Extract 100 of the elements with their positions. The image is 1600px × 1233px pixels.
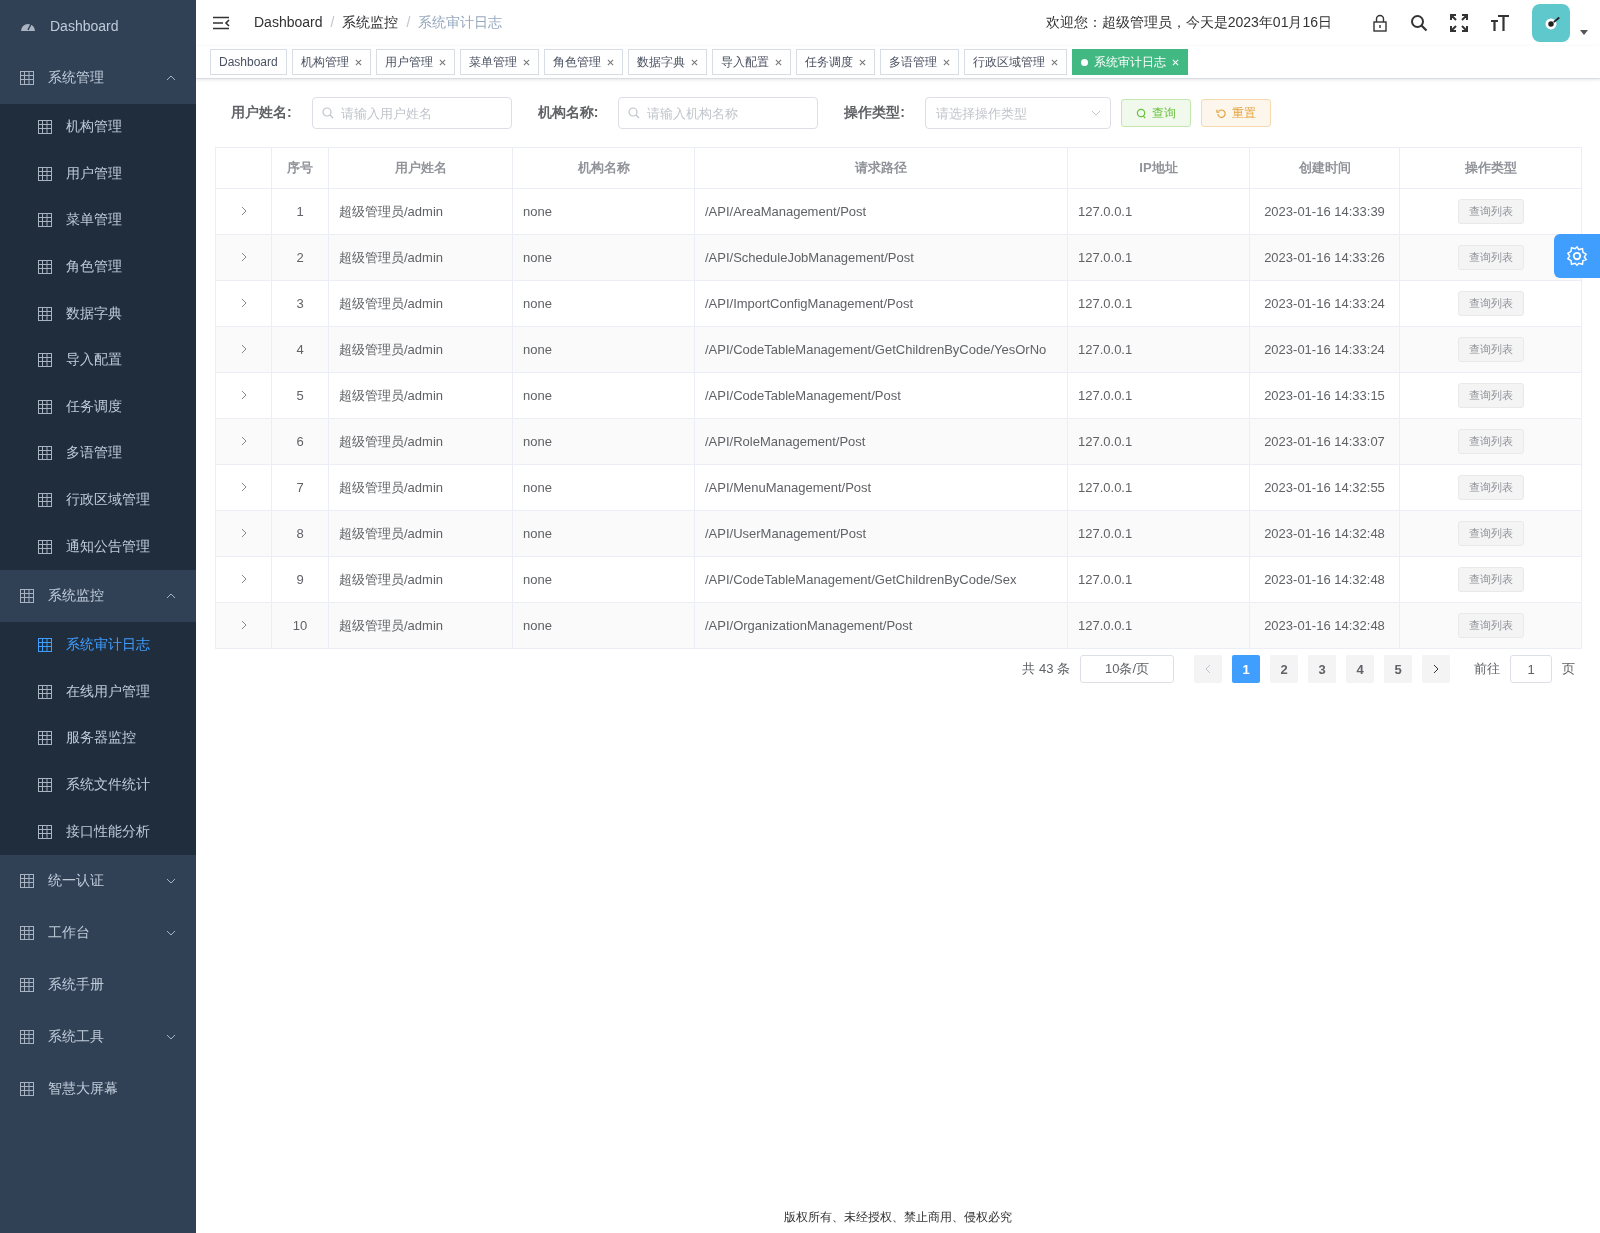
submenu-item[interactable]: 机构管理: [0, 104, 196, 151]
table-cell: 超级管理员/admin: [339, 295, 444, 311]
breadcrumb-separator: /: [406, 14, 411, 32]
close-icon[interactable]: [942, 58, 950, 66]
chevron-right-icon[interactable]: [240, 252, 247, 262]
menu-item[interactable]: 智慧大屏幕: [0, 1062, 196, 1115]
tab[interactable]: 机构管理: [291, 49, 371, 75]
close-icon[interactable]: [606, 58, 614, 66]
column-header: 机构名称: [577, 160, 630, 175]
submenu-item[interactable]: 服务器监控: [0, 715, 196, 762]
tab[interactable]: Dashboard: [210, 49, 287, 75]
submenu-item[interactable]: 导入配置: [0, 336, 196, 384]
table-cell: 7: [296, 480, 304, 495]
table-cell: 3: [296, 296, 304, 311]
submenu-item[interactable]: 通知公告管理: [0, 523, 196, 570]
page-button[interactable]: 3: [1308, 655, 1336, 683]
menu-group[interactable]: 系统管理: [0, 52, 196, 104]
submenu-item[interactable]: 系统文件统计: [0, 761, 196, 809]
caret-icon[interactable]: [1580, 29, 1588, 35]
chevron-right-icon[interactable]: [240, 206, 247, 216]
tab[interactable]: 多语管理: [879, 49, 959, 75]
chevron-down-icon: [166, 877, 176, 884]
font-size-icon[interactable]: [1490, 14, 1510, 32]
page-input[interactable]: 1: [1510, 655, 1552, 683]
menu-icon[interactable]: [212, 16, 230, 30]
table-cell: 2023-01-16 14:32:55: [1264, 480, 1385, 495]
table-cell: 超级管理员/admin: [339, 433, 444, 449]
search-icon[interactable]: [1410, 14, 1428, 32]
submenu-item[interactable]: 行政区域管理: [0, 476, 196, 524]
table-cell: 超级管理员/admin: [339, 479, 444, 495]
submenu-item[interactable]: 接口性能分析: [0, 808, 196, 855]
grid-icon: [38, 778, 52, 792]
chevron-down-icon: [1091, 110, 1101, 116]
page-button[interactable]: 2: [1270, 655, 1298, 683]
table-cell: 127.0.0.1: [1078, 526, 1133, 541]
total-count: 共 43 条: [1022, 660, 1070, 678]
menu-item[interactable]: Dashboard: [0, 0, 196, 52]
chevron-right-icon[interactable]: [240, 528, 247, 538]
close-icon[interactable]: [438, 58, 446, 66]
submenu-item[interactable]: 菜单管理: [0, 197, 196, 244]
table-cell: 6: [296, 434, 304, 449]
table-cell: 2023-01-16 14:33:26: [1264, 250, 1385, 265]
tab[interactable]: 用户管理: [375, 49, 455, 75]
fullscreen-icon[interactable]: [1450, 14, 1468, 32]
table-cell: 超级管理员/admin: [339, 387, 444, 403]
tab[interactable]: 角色管理: [543, 49, 623, 75]
chevron-right-icon[interactable]: [240, 574, 247, 584]
search-field[interactable]: 请输入用户姓名: [311, 97, 512, 129]
search-field[interactable]: 请输入机构名称: [618, 97, 819, 129]
table-cell: 2023-01-16 14:33:07: [1264, 434, 1385, 449]
table-cell: none: [523, 434, 552, 449]
submenu-item[interactable]: 多语管理: [0, 430, 196, 477]
menu-group[interactable]: 系统监控: [0, 569, 196, 622]
page-button[interactable]: 5: [1384, 655, 1412, 683]
chevron-right-icon[interactable]: [240, 620, 247, 630]
page-size-select[interactable]: 10条/页: [1080, 655, 1174, 683]
table-cell: 1: [296, 204, 304, 219]
chevron-right-icon[interactable]: [240, 390, 247, 400]
tab[interactable]: 导入配置: [711, 49, 791, 75]
grid-icon: [20, 71, 34, 85]
submenu-item[interactable]: 系统审计日志: [0, 621, 196, 669]
submenu-item[interactable]: 角色管理: [0, 243, 196, 291]
tab[interactable]: 菜单管理: [459, 49, 539, 75]
close-icon[interactable]: [774, 58, 782, 66]
column-header: IP地址: [1139, 160, 1178, 175]
grid-icon: [38, 399, 52, 414]
breadcrumb-item[interactable]: 系统监控: [342, 14, 399, 32]
tab[interactable]: 数据字典: [627, 49, 707, 75]
chevron-right-icon[interactable]: [240, 482, 247, 492]
chevron-right-icon[interactable]: [240, 298, 247, 308]
column-header: 请求路径: [855, 160, 907, 175]
menu-group[interactable]: 系统工具: [0, 1010, 196, 1063]
breadcrumb-item[interactable]: Dashboard: [254, 14, 323, 32]
close-icon[interactable]: [354, 58, 362, 66]
chevron-up-icon: [166, 75, 176, 81]
lock-icon[interactable]: [1372, 14, 1388, 32]
select-field[interactable]: 请选择操作类型: [925, 97, 1111, 129]
submenu-item[interactable]: 数据字典: [0, 290, 196, 337]
submenu-item[interactable]: 任务调度: [0, 383, 196, 431]
avatar[interactable]: [1532, 4, 1570, 42]
page-button[interactable]: 4: [1346, 655, 1374, 683]
menu-item[interactable]: 系统手册: [0, 958, 196, 1011]
table-cell: 10: [292, 618, 308, 633]
operation-tag: 查询列表: [1457, 613, 1524, 638]
operation-tag: 查询列表: [1457, 521, 1524, 546]
table-cell: 9: [296, 572, 304, 587]
submenu-item[interactable]: 用户管理: [0, 150, 196, 198]
chevron-right-icon[interactable]: [240, 344, 247, 354]
close-icon[interactable]: [1050, 58, 1058, 66]
close-icon[interactable]: [522, 58, 530, 66]
settings-button[interactable]: [1554, 234, 1600, 278]
close-icon[interactable]: [858, 58, 866, 66]
submenu-item[interactable]: 在线用户管理: [0, 668, 196, 716]
menu-group[interactable]: 工作台: [0, 906, 196, 959]
close-icon[interactable]: [690, 58, 698, 66]
tab[interactable]: 行政区域管理: [963, 49, 1067, 75]
table-cell: /API/ImportConfigManagement/Post: [705, 296, 914, 311]
chevron-right-icon[interactable]: [240, 436, 247, 446]
menu-group[interactable]: 统一认证: [0, 854, 196, 907]
tab[interactable]: 任务调度: [795, 49, 875, 75]
